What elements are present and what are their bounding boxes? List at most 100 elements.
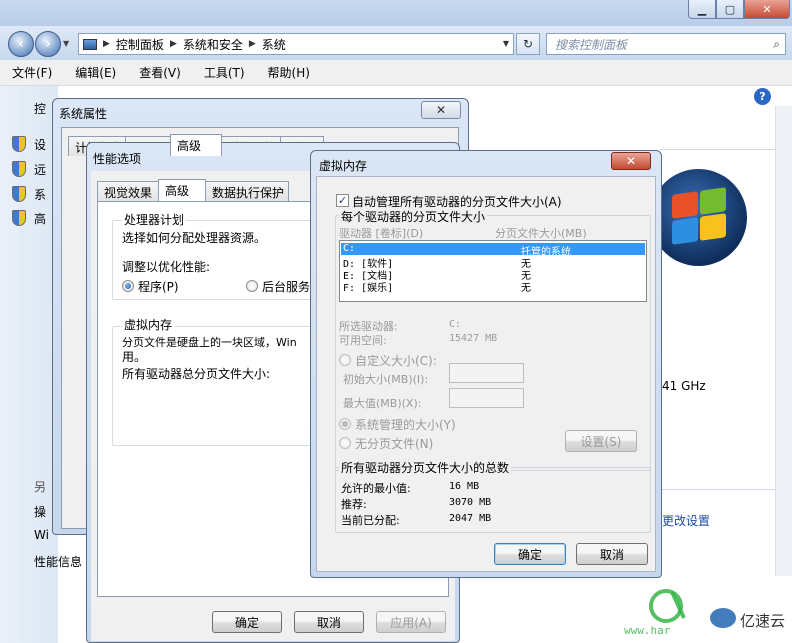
allocated-label: 当前已分配: [341,514,400,527]
total-paging-label: 所有驱动器分页文件大小的总数 [339,459,512,476]
total-paging-size-label: 所有驱动器总分页文件大小: [122,367,271,381]
selected-drive-value: C: [449,319,462,330]
breadcrumb-separator-icon: ▶ [169,39,177,49]
watermark-logo-icon [649,589,686,623]
programs-radio[interactable] [122,280,134,292]
set-button[interactable]: 设置(S) [565,430,637,452]
background-services-label[interactable]: 后台服务 [262,278,310,295]
watermark: www.har 亿速云 [622,586,792,643]
window-controls: ▁ ▢ ✕ [688,0,790,19]
watermark-site: www.har [624,624,671,637]
left-link-performance-info[interactable]: 性能信息 [34,553,82,570]
tab-perf-advanced[interactable]: 高级 [158,179,206,201]
address-bar[interactable]: ▶ 控制面板 ▶ 系统和安全 ▶ 系统 ▼ [78,33,514,55]
maximize-button[interactable]: ▢ [716,0,744,19]
divider [660,489,775,490]
paging-file-description-2: 用。 [122,350,147,364]
breadcrumb-separator-icon: ▶ [248,39,256,49]
custom-size-radio[interactable] [339,354,351,366]
custom-size-label[interactable]: 自定义大小(C): [355,352,437,369]
close-button[interactable]: ✕ [744,0,790,19]
breadcrumb-control-panel[interactable]: 控制面板 [116,36,164,53]
menu-file[interactable]: 文件(F) [8,62,56,83]
left-see-also: 另 [34,480,47,494]
vertical-scrollbar[interactable] [775,106,792,576]
explorer-titlebar: ▁ ▢ ✕ [0,0,792,26]
tab-visual-effects[interactable]: 视觉效果 [97,181,159,201]
left-link-remote[interactable]: 远 [34,161,46,178]
search-placeholder: 搜索控制面板 [555,37,628,52]
drive-letter: F: [娱乐] [343,283,394,294]
drive-list[interactable]: C: 托管的系统 D: [软件] 无 E: [文档] 无 F: [娱乐] 无 [339,240,647,302]
shield-icon [12,210,26,226]
drive-row[interactable]: D: [软件] 无 [341,255,645,270]
drive-row[interactable]: E: [文档] 无 [341,267,645,282]
left-link-advanced[interactable]: 高 [34,210,46,227]
menu-help[interactable]: 帮助(H) [264,62,314,83]
menu-view[interactable]: 查看(V) [135,62,185,83]
minimize-button[interactable]: ▁ [688,0,716,19]
perf-ok-button[interactable]: 确定 [212,611,282,633]
left-link-windows-update[interactable]: Wi [34,528,49,542]
perf-apply-button[interactable]: 应用(A) [376,611,446,633]
background-services-radio[interactable] [246,280,258,292]
max-size-input[interactable] [449,388,524,408]
back-button[interactable]: ‹ [8,31,34,57]
left-link-device-manager[interactable]: 设 [34,136,46,153]
recommended-label: 推荐: [341,498,367,511]
auto-manage-checkbox[interactable]: ✓ [336,194,349,207]
shield-icon [12,161,26,177]
virtual-memory-body: ✓ 自动管理所有驱动器的分页文件大小(A) 每个驱动器的分页文件大小 驱动器 [… [316,176,656,572]
address-row: ‹ › ▼ ▶ 控制面板 ▶ 系统和安全 ▶ 系统 ▼ ↻ 搜索控制面板 ⌕ [0,26,792,60]
virtual-memory-dialog: 虚拟内存 ✕ ✓ 自动管理所有驱动器的分页文件大小(A) 每个驱动器的分页文件大… [310,150,662,578]
virtual-memory-title: 虚拟内存 [319,159,368,173]
min-allowed-value: 16 MB [449,481,480,492]
menu-edit[interactable]: 编辑(E) [71,62,120,83]
vm-cancel-button[interactable]: 取消 [576,543,648,565]
menu-bar: 文件(F) 编辑(E) 查看(V) 工具(T) 帮助(H) [0,60,792,86]
perf-cancel-button[interactable]: 取消 [294,611,364,633]
allocated-value: 2047 MB [449,513,492,524]
search-icon[interactable]: ⌕ [773,37,780,52]
change-settings-link[interactable]: 更改设置 [662,512,710,529]
breadcrumb-system-security[interactable]: 系统和安全 [183,36,243,53]
drive-row[interactable]: C: 托管的系统 [341,243,645,258]
no-paging-file-radio[interactable] [339,437,351,449]
forward-button[interactable]: › [35,31,61,57]
programs-radio-label[interactable]: 程序(P) [138,278,179,295]
paging-file-description: 分页文件是硬盘上的一块区域，Win [122,336,297,349]
col-size-header: 分页文件大小(MB) [495,227,587,240]
recent-pages-icon[interactable]: ▼ [63,39,69,48]
left-link-home[interactable]: 控 [34,100,46,117]
vm-ok-button[interactable]: 确定 [494,543,566,565]
initial-size-input[interactable] [449,363,524,383]
initial-size-label: 初始大小(MB)(I): [343,373,429,386]
left-link-action-center[interactable]: 操 [34,503,46,520]
virtual-memory-label: 虚拟内存 [122,316,175,333]
menu-tools[interactable]: 工具(T) [200,62,249,83]
help-icon[interactable]: ? [754,88,771,105]
left-link-protection[interactable]: 系 [34,186,46,203]
divider [660,149,775,150]
address-dropdown-icon[interactable]: ▼ [503,39,509,48]
no-paging-file-label[interactable]: 无分页文件(N) [355,435,433,452]
system-properties-title: 系统属性 [59,107,108,121]
tab-advanced[interactable]: 高级 [170,134,222,156]
cloud-icon [710,608,736,628]
system-managed-radio[interactable] [339,418,351,430]
processor-scheduling-label: 处理器计划 [122,211,187,228]
available-space-value: 15427 MB [449,333,498,344]
search-input[interactable]: 搜索控制面板 ⌕ [546,33,786,55]
col-drive-header: 驱动器 [卷标](D) [339,227,424,240]
drive-paging-size: 无 [521,283,531,294]
left-navigation-pane: 控 设 远 系 高 另 操 Wi 性能信息 [0,86,82,643]
breadcrumb-separator-icon: ▶ [103,39,110,49]
close-icon[interactable]: ✕ [421,101,461,119]
drive-row[interactable]: F: [娱乐] 无 [341,279,645,294]
system-managed-label[interactable]: 系统管理的大小(Y) [355,416,456,433]
close-icon[interactable]: ✕ [611,152,651,170]
tab-dep[interactable]: 数据执行保护 [205,181,289,201]
min-allowed-label: 允许的最小值: [341,482,411,495]
refresh-button[interactable]: ↻ [516,33,540,55]
breadcrumb-system[interactable]: 系统 [262,36,286,53]
